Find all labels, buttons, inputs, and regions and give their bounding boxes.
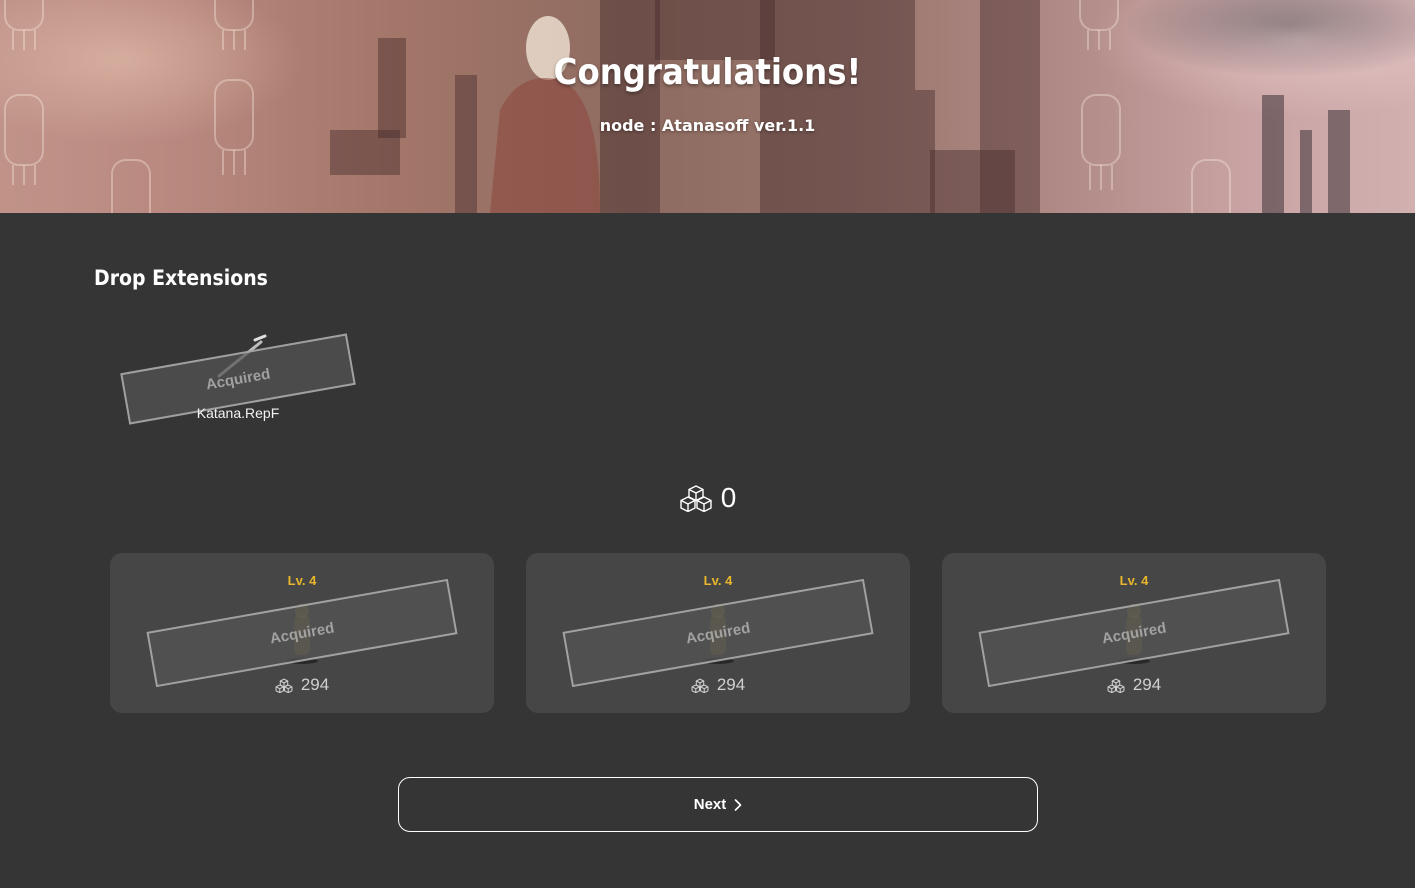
currency-amount: 0 xyxy=(720,482,737,513)
next-button[interactable]: Next xyxy=(398,777,1038,832)
reward-card[interactable]: Lv. 4 Acquired 294 xyxy=(110,553,494,713)
cubes-icon xyxy=(680,485,712,512)
congratulations-title: Congratulations! xyxy=(553,52,862,93)
extension-item-katana[interactable]: Acquired Katana.RepF xyxy=(120,325,360,430)
reward-card[interactable]: Lv. 4 Acquired 294 xyxy=(526,553,910,713)
currency-counter: 0 xyxy=(0,480,1415,516)
chevron-right-icon xyxy=(734,798,742,811)
header-banner: Congratulations! node : Atanasoff ver.1.… xyxy=(0,0,1415,213)
card-cost: 294 xyxy=(526,675,910,695)
card-cost: 294 xyxy=(942,675,1326,695)
cubes-icon xyxy=(1107,678,1125,693)
drop-extensions-title: Drop Extensions xyxy=(94,266,268,290)
cubes-icon xyxy=(691,678,709,693)
reward-card[interactable]: Lv. 4 Acquired 294 xyxy=(942,553,1326,713)
card-cost: 294 xyxy=(110,675,494,695)
banner-artwork xyxy=(4,0,1350,213)
node-subtitle: node : Atanasoff ver.1.1 xyxy=(599,116,816,135)
cost-value: 294 xyxy=(1132,675,1162,694)
cubes-icon xyxy=(275,678,293,693)
acquired-stamp: Acquired xyxy=(562,578,874,688)
acquired-stamp: Acquired xyxy=(978,578,1290,688)
acquired-stamp: Acquired xyxy=(146,578,458,688)
extension-name: Katana.RepF xyxy=(196,405,280,421)
cost-value: 294 xyxy=(300,675,330,694)
next-button-label: Next xyxy=(693,796,727,813)
cost-value: 294 xyxy=(716,675,746,694)
